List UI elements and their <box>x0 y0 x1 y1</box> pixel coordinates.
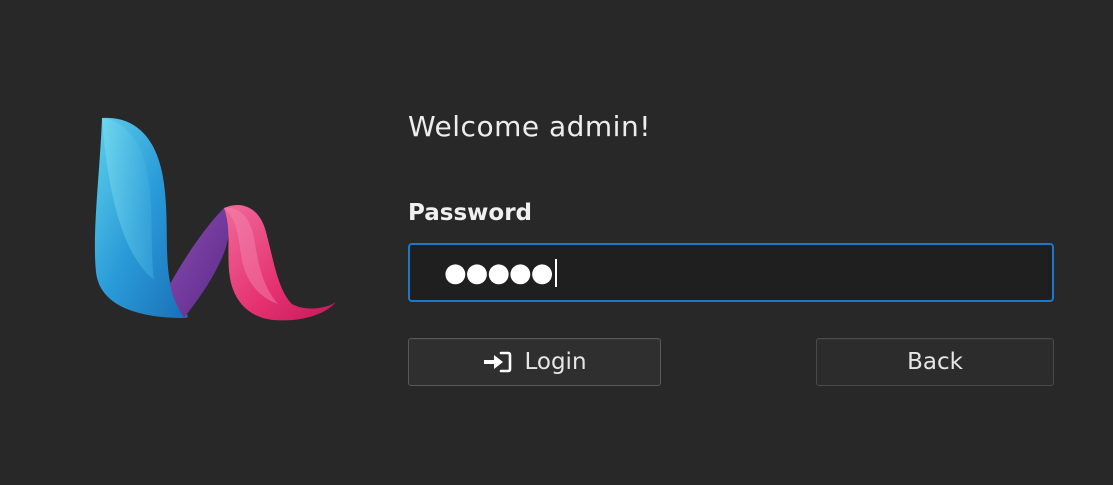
login-arrow-icon <box>482 351 512 373</box>
back-button-label: Back <box>907 349 963 375</box>
login-button[interactable]: Login <box>408 338 661 386</box>
brand-logo <box>92 112 342 324</box>
password-masked-value: ●●●●● <box>444 257 553 288</box>
login-button-label: Login <box>524 349 587 375</box>
welcome-heading: Welcome admin! <box>408 110 651 143</box>
password-field[interactable]: ●●●●● <box>408 243 1054 302</box>
text-caret <box>555 258 558 287</box>
password-label: Password <box>408 200 532 226</box>
back-button[interactable]: Back <box>816 338 1054 386</box>
